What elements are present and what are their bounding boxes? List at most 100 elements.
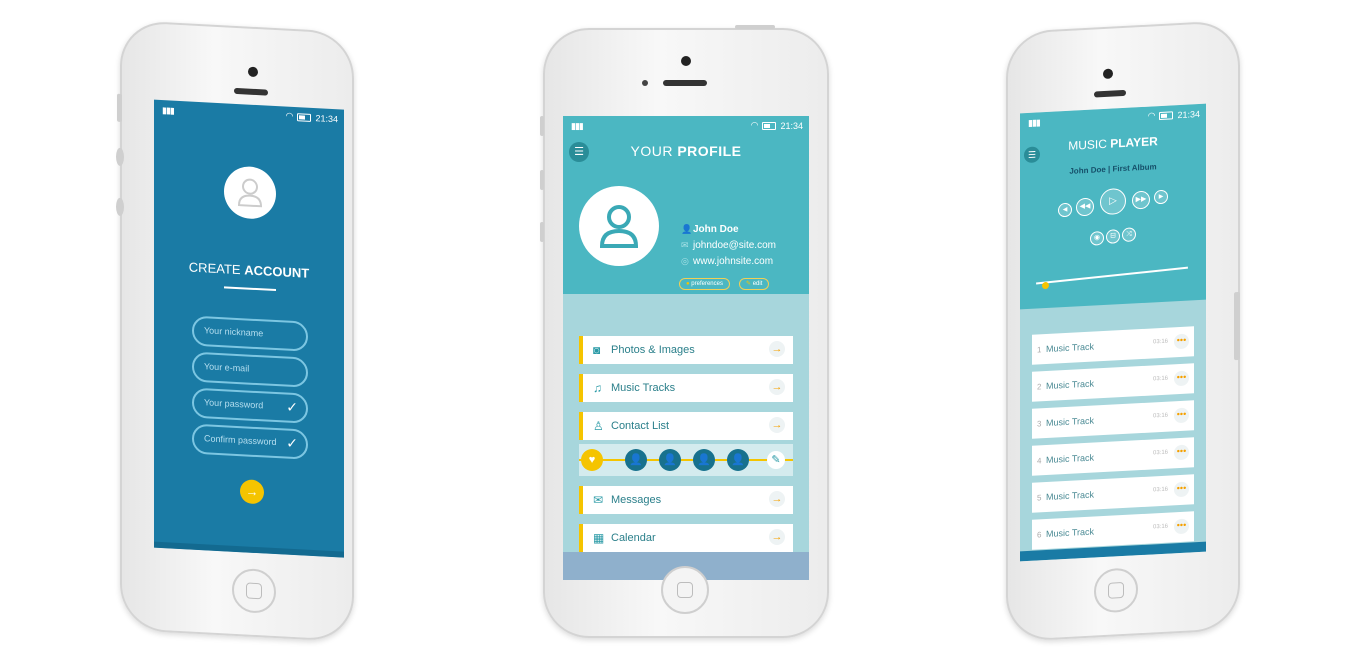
arrow-right-icon: → (769, 529, 785, 545)
volume-down-button (540, 222, 544, 242)
battery-icon (762, 121, 777, 130)
globe-icon: ◎ (681, 256, 689, 266)
arrow-right-icon: → (245, 483, 259, 500)
shuffle-icon: ⤨ (1126, 230, 1132, 238)
submit-button[interactable]: → (240, 479, 264, 505)
speaker (663, 80, 707, 86)
user-icon (237, 178, 263, 208)
page-title: YOUR PROFILE (630, 143, 742, 159)
menu-item-music[interactable]: ♫ Music Tracks → (579, 374, 793, 402)
track-row[interactable]: 4 Music Track 03:16 ••• (1032, 437, 1194, 476)
profile-website[interactable]: ◎ www.johnsite.com (681, 256, 773, 267)
contact-avatar[interactable]: 👤 (693, 449, 715, 471)
status-bar: ▮▮▮ ◠ 21:34 (154, 100, 344, 128)
arrow-right-icon: → (769, 379, 785, 395)
more-icon[interactable]: ••• (1174, 481, 1189, 498)
menu-item-calendar[interactable]: ▦ Calendar → (579, 524, 793, 552)
skip-back-icon: ◀ (1062, 206, 1068, 214)
page-title: CREATE ACCOUNT (188, 259, 310, 281)
clock: 21:34 (315, 112, 338, 124)
user-icon: 👤 (681, 224, 693, 234)
mute-switch (117, 93, 122, 122)
arrow-right-icon: → (769, 417, 785, 433)
home-button[interactable] (1094, 567, 1138, 614)
battery-icon (1159, 110, 1174, 120)
battery-icon (297, 112, 312, 122)
clock: 21:34 (1177, 108, 1200, 120)
arrow-right-icon: → (769, 491, 785, 507)
contact-avatar[interactable]: 👤 (659, 449, 681, 471)
edit-button[interactable]: ✎ edit (739, 278, 770, 290)
mute-switch (540, 116, 544, 136)
signal-icon: ▮▮▮ (1028, 117, 1040, 128)
stop-icon: ◉ (1093, 234, 1101, 242)
front-camera (1103, 68, 1113, 80)
signal-icon: ▮▮▮ (571, 121, 584, 131)
more-icon[interactable]: ••• (1174, 407, 1189, 424)
side-button (1234, 291, 1240, 361)
mail-icon: ✉ (681, 240, 689, 250)
favorite-button[interactable]: ♥ (581, 449, 603, 471)
contact-avatar[interactable]: 👤 (727, 449, 749, 471)
more-icon[interactable]: ••• (1174, 518, 1189, 535)
password-field[interactable]: Your password ✓ (192, 387, 308, 424)
title-divider (224, 286, 276, 292)
home-button[interactable] (232, 567, 276, 615)
avatar[interactable] (224, 165, 276, 221)
proximity-sensor (642, 80, 648, 86)
volume-up-button (540, 170, 544, 190)
signal-icon: ▮▮▮ (162, 105, 174, 116)
phone-profile: ▮▮▮ ◠ 21:34 ☰ YOUR PROFILE 👤John Doe ✉ joh… (540, 25, 829, 638)
phone-music-player: ▮▮▮ ◠ 21:34 ☰ MUSIC PLAYER John Doe | Fir… (1006, 19, 1240, 643)
more-icon[interactable]: ••• (1174, 333, 1189, 350)
contact-avatar[interactable]: 👤 (625, 449, 647, 471)
repeat-icon: ⊟ (1110, 232, 1116, 240)
heart-icon: ♥ (588, 454, 596, 466)
screen-music-player: ▮▮▮ ◠ 21:34 ☰ MUSIC PLAYER John Doe | Fir… (1020, 103, 1206, 562)
nickname-field[interactable]: Your nickname (192, 315, 308, 352)
calendar-icon: ▦ (593, 531, 605, 545)
gear-icon: ● (686, 281, 690, 287)
preferences-button[interactable]: ● preferences (679, 278, 730, 290)
user-icon (599, 205, 639, 248)
fast-forward-icon: ▶▶ (1135, 195, 1147, 204)
footer-bar (154, 541, 344, 558)
menu-item-messages[interactable]: ✉ Messages → (579, 486, 793, 514)
home-button[interactable] (661, 566, 709, 614)
contact-line (579, 459, 793, 461)
status-bar: ▮▮▮ ◠ 21:34 (563, 116, 809, 134)
volume-up-button (116, 147, 124, 167)
confirm-password-field[interactable]: Confirm password ✓ (192, 423, 308, 460)
wifi-icon: ◠ (750, 120, 759, 130)
menu-item-photos[interactable]: ◙ Photos & Images → (579, 336, 793, 364)
email-field[interactable]: Your e-mail (192, 351, 308, 388)
check-icon: ✓ (286, 434, 298, 452)
contact-icon: ♙ (593, 419, 604, 433)
track-row[interactable]: 2 Music Track 03:16 ••• (1032, 363, 1194, 402)
front-camera (681, 56, 691, 66)
speaker (1094, 89, 1126, 98)
contact-strip: ♥ 👤 👤 👤 👤 ✎ (579, 444, 793, 476)
track-row[interactable]: 5 Music Track 03:16 ••• (1032, 474, 1194, 513)
check-icon: ✓ (286, 398, 298, 416)
menu-item-contacts[interactable]: ♙ Contact List → (579, 412, 793, 440)
speaker (234, 87, 268, 96)
clock: 21:34 (780, 120, 803, 131)
arrow-right-icon: → (769, 341, 785, 357)
wifi-icon: ◠ (1147, 110, 1156, 121)
more-icon[interactable]: ••• (1174, 444, 1189, 461)
power-button (735, 25, 775, 29)
pencil-icon: ✎ (771, 454, 781, 466)
more-icon[interactable]: ••• (1174, 370, 1189, 387)
camera-icon: ◙ (593, 343, 601, 357)
track-row[interactable]: 3 Music Track 03:16 ••• (1032, 400, 1194, 439)
volume-down-button (116, 197, 124, 217)
front-camera (248, 66, 258, 78)
track-row[interactable]: 1 Music Track 03:16 ••• (1032, 326, 1194, 365)
edit-contacts-button[interactable]: ✎ (767, 451, 785, 469)
screen-profile: ▮▮▮ ◠ 21:34 ☰ YOUR PROFILE 👤John Doe ✉ joh… (563, 116, 809, 580)
pencil-icon: ✎ (746, 281, 752, 287)
avatar[interactable] (579, 186, 659, 266)
play-icon: ▷ (1109, 195, 1117, 207)
profile-email[interactable]: ✉ johndoe@site.com (681, 240, 776, 251)
